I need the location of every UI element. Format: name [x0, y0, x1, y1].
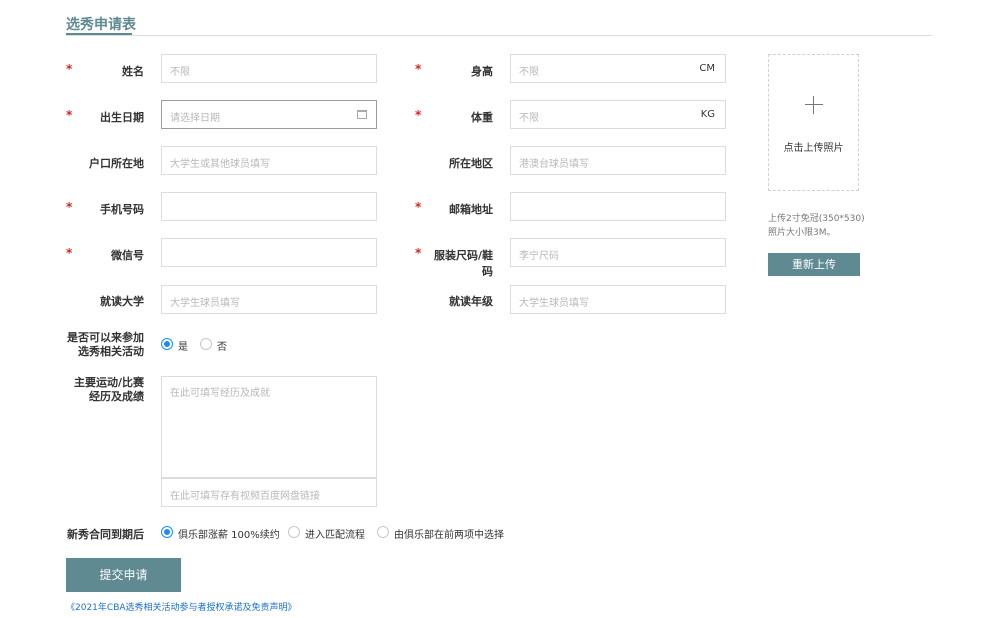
hukou-placeholder: 大学生或其他球员填写	[170, 159, 270, 170]
grade-input[interactable]: 大学生球员填写	[510, 285, 726, 314]
participate-yes-label[interactable]: 是	[178, 338, 188, 353]
participate-label: 是否可以来参加 选秀相关活动	[56, 331, 144, 359]
participate-label-line2: 选秀相关活动	[78, 345, 144, 358]
height-placeholder: 不限	[519, 67, 539, 78]
weight-input[interactable]: 不限 KG	[510, 100, 726, 129]
grade-label: 就读年级	[449, 295, 493, 308]
height-label: 身高	[471, 65, 493, 78]
experience-placeholder: 在此可填写经历及成就	[170, 388, 270, 399]
title-divider	[66, 35, 932, 36]
video-link-placeholder: 在此可填写存有视频百度网盘链接	[170, 491, 320, 502]
form-title: 选秀申请表	[66, 17, 136, 33]
required-mark: *	[415, 62, 422, 76]
required-mark: *	[66, 62, 73, 76]
agreement-link[interactable]: 《2021年CBA选秀相关活动参与者授权承诺及免责声明》	[66, 600, 297, 613]
participate-label-line1: 是否可以来参加	[67, 331, 144, 344]
contract-option-1-label[interactable]: 俱乐部涨薪 100%续约	[178, 526, 280, 541]
submit-button[interactable]: 提交申请	[66, 558, 181, 592]
contract-option-1-radio[interactable]	[161, 526, 173, 538]
birthdate-label: 出生日期	[100, 111, 144, 124]
reupload-button[interactable]: 重新上传	[768, 253, 860, 276]
university-input[interactable]: 大学生球员填写	[161, 285, 377, 314]
contract-option-3-radio[interactable]	[377, 526, 389, 538]
size-input[interactable]: 李宁尺码	[510, 238, 726, 267]
required-mark: *	[66, 108, 73, 122]
upload-photo-text: 点击上传照片	[783, 143, 844, 154]
size-label: 服装尺码/鞋码	[433, 249, 493, 278]
name-label: 姓名	[122, 65, 144, 78]
required-mark: *	[66, 246, 73, 260]
required-mark: *	[415, 246, 422, 260]
photo-upload-box[interactable]: 点击上传照片	[768, 54, 859, 191]
grade-placeholder: 大学生球员填写	[519, 298, 589, 309]
contract-label: 新秀合同到期后	[67, 528, 144, 541]
calendar-icon[interactable]	[357, 110, 367, 119]
region-input[interactable]: 港澳台球员填写	[510, 146, 726, 175]
experience-textarea[interactable]: 在此可填写经历及成就	[161, 376, 377, 478]
upload-hint-line2: 照片大小限3M。	[768, 228, 836, 238]
contract-option-2-label[interactable]: 进入匹配流程	[305, 526, 365, 541]
name-input[interactable]: 不限	[161, 54, 377, 83]
phone-label: 手机号码	[100, 203, 144, 216]
hukou-label: 户口所在地	[89, 157, 144, 170]
weight-placeholder: 不限	[519, 113, 539, 124]
participate-no-radio[interactable]	[200, 338, 212, 350]
required-mark: *	[415, 200, 422, 214]
wechat-input[interactable]	[161, 238, 377, 267]
plus-icon	[805, 96, 823, 114]
university-label: 就读大学	[100, 295, 144, 308]
email-label: 邮箱地址	[449, 203, 493, 216]
upload-hint-line1: 上传2寸免冠(350*530)	[768, 214, 865, 224]
experience-label-line2: 经历及成绩	[89, 390, 144, 403]
experience-label: 主要运动/比赛 经历及成绩	[56, 376, 144, 404]
email-input[interactable]	[510, 192, 726, 221]
contract-option-3-label[interactable]: 由俱乐部在前两项中选择	[394, 526, 504, 541]
height-input[interactable]: 不限 CM	[510, 54, 726, 83]
participate-no-label[interactable]: 否	[217, 338, 227, 353]
phone-input[interactable]	[161, 192, 377, 221]
weight-label: 体重	[471, 111, 493, 124]
wechat-label: 微信号	[111, 249, 144, 262]
size-placeholder: 李宁尺码	[519, 251, 559, 262]
video-link-input[interactable]: 在此可填写存有视频百度网盘链接	[161, 478, 377, 507]
birthdate-picker[interactable]: 请选择日期	[161, 100, 377, 129]
hukou-input[interactable]: 大学生或其他球员填写	[161, 146, 377, 175]
participate-yes-radio[interactable]	[161, 338, 173, 350]
contract-option-2-radio[interactable]	[288, 526, 300, 538]
region-placeholder: 港澳台球员填写	[519, 159, 589, 170]
required-mark: *	[415, 108, 422, 122]
university-placeholder: 大学生球员填写	[170, 298, 240, 309]
experience-label-line1: 主要运动/比赛	[73, 376, 144, 389]
weight-unit: KG	[700, 109, 715, 120]
region-label: 所在地区	[449, 157, 493, 170]
birthdate-placeholder: 请选择日期	[170, 113, 220, 124]
name-placeholder: 不限	[170, 67, 190, 78]
height-unit: CM	[699, 63, 715, 74]
required-mark: *	[66, 200, 73, 214]
